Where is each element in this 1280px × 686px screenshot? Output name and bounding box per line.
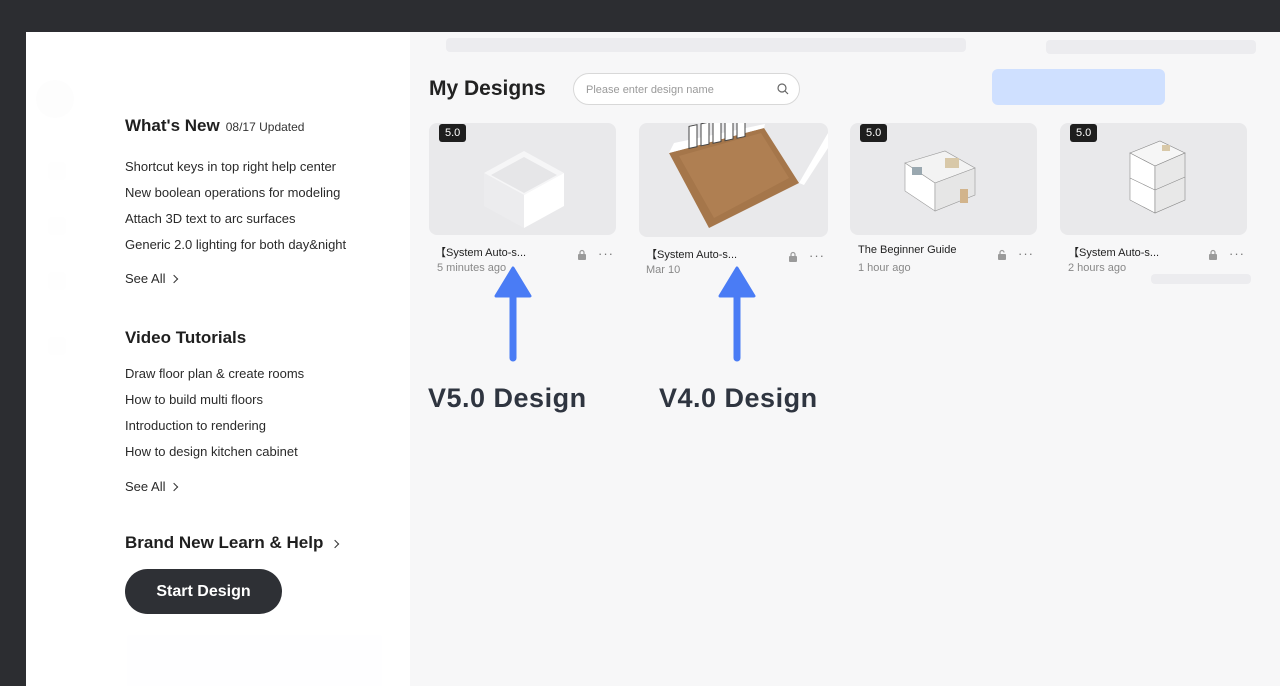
toolbar-placeholder <box>1046 40 1256 54</box>
faded-primary-button <box>992 69 1165 105</box>
page-title: My Designs <box>429 77 546 100</box>
start-design-button[interactable]: Start Design <box>125 569 282 614</box>
video-tutorials-title: Video Tutorials <box>125 328 247 347</box>
design-name: 【System Auto-s... <box>646 249 738 261</box>
design-thumbnail <box>639 123 828 237</box>
more-options-icon[interactable]: ··· <box>809 249 825 262</box>
design-name: 【System Auto-s... <box>435 247 527 259</box>
design-card[interactable]: 5.0 【System Auto-s... 2 hours ago ··· <box>1060 123 1248 278</box>
search-box <box>573 73 800 105</box>
version-badge: 5.0 <box>439 124 467 142</box>
whats-new-see-all[interactable]: See All <box>125 271 179 286</box>
annotation-v5: V5.0 Design <box>428 383 587 413</box>
tutorial-item[interactable]: How to build multi floors <box>125 392 263 407</box>
design-time: Mar 10 <box>646 264 681 276</box>
lock-icon <box>578 249 586 260</box>
floor-room-image <box>669 123 828 228</box>
tutorials-see-all[interactable]: See All <box>125 479 179 494</box>
design-card[interactable]: 5.0 The Beginner Guide 1 hour ago ··· <box>850 123 1038 278</box>
learn-help-title: Brand New Learn & Help <box>125 533 324 552</box>
design-card[interactable]: 5.0 【System Auto-s... 5 minutes ago ··· <box>429 123 617 278</box>
search-input[interactable] <box>584 81 768 99</box>
design-time: 1 hour ago <box>858 262 911 274</box>
learn-help-link[interactable]: Brand New Learn & Help <box>125 533 340 553</box>
unlock-icon <box>998 249 1006 260</box>
lock-icon <box>1209 249 1217 260</box>
tutorial-item[interactable]: How to design kitchen cabinet <box>125 444 298 459</box>
more-options-icon[interactable]: ··· <box>598 247 614 260</box>
whats-new-heading: What's New 08/17 Updated <box>125 116 304 136</box>
chevron-right-icon <box>331 539 340 549</box>
search-icon[interactable] <box>777 83 789 95</box>
whats-new-item[interactable]: Generic 2.0 lighting for both day&night <box>125 237 346 252</box>
chevron-right-icon <box>170 482 179 492</box>
more-options-icon[interactable]: ··· <box>1018 247 1034 260</box>
whats-new-item[interactable]: Shortcut keys in top right help center <box>125 159 336 174</box>
annotation-v4: V4.0 Design <box>659 383 818 413</box>
design-name: The Beginner Guide <box>858 244 957 256</box>
see-all-label: See All <box>125 479 166 494</box>
design-name: 【System Auto-s... <box>1068 247 1160 259</box>
see-all-label: See All <box>125 271 166 286</box>
whats-new-title: What's New <box>125 116 220 135</box>
whats-new-item[interactable]: Attach 3D text to arc surfaces <box>125 211 296 226</box>
more-options-icon[interactable]: ··· <box>1229 247 1245 260</box>
whats-new-updated: 08/17 Updated <box>225 120 305 134</box>
chevron-right-icon <box>170 274 179 284</box>
arrow-up-icon <box>718 266 756 362</box>
whats-new-item[interactable]: New boolean operations for modeling <box>125 185 340 200</box>
arrow-up-icon <box>494 266 532 362</box>
tutorial-item[interactable]: Draw floor plan & create rooms <box>125 366 304 381</box>
design-time: 2 hours ago <box>1068 262 1127 274</box>
lock-icon <box>789 251 797 262</box>
version-badge: 5.0 <box>1070 124 1098 142</box>
tutorial-item[interactable]: Introduction to rendering <box>125 418 266 433</box>
toolbar-placeholder <box>446 38 966 52</box>
version-badge: 5.0 <box>860 124 888 142</box>
design-card[interactable]: 【System Auto-s... Mar 10 ··· <box>639 123 829 280</box>
